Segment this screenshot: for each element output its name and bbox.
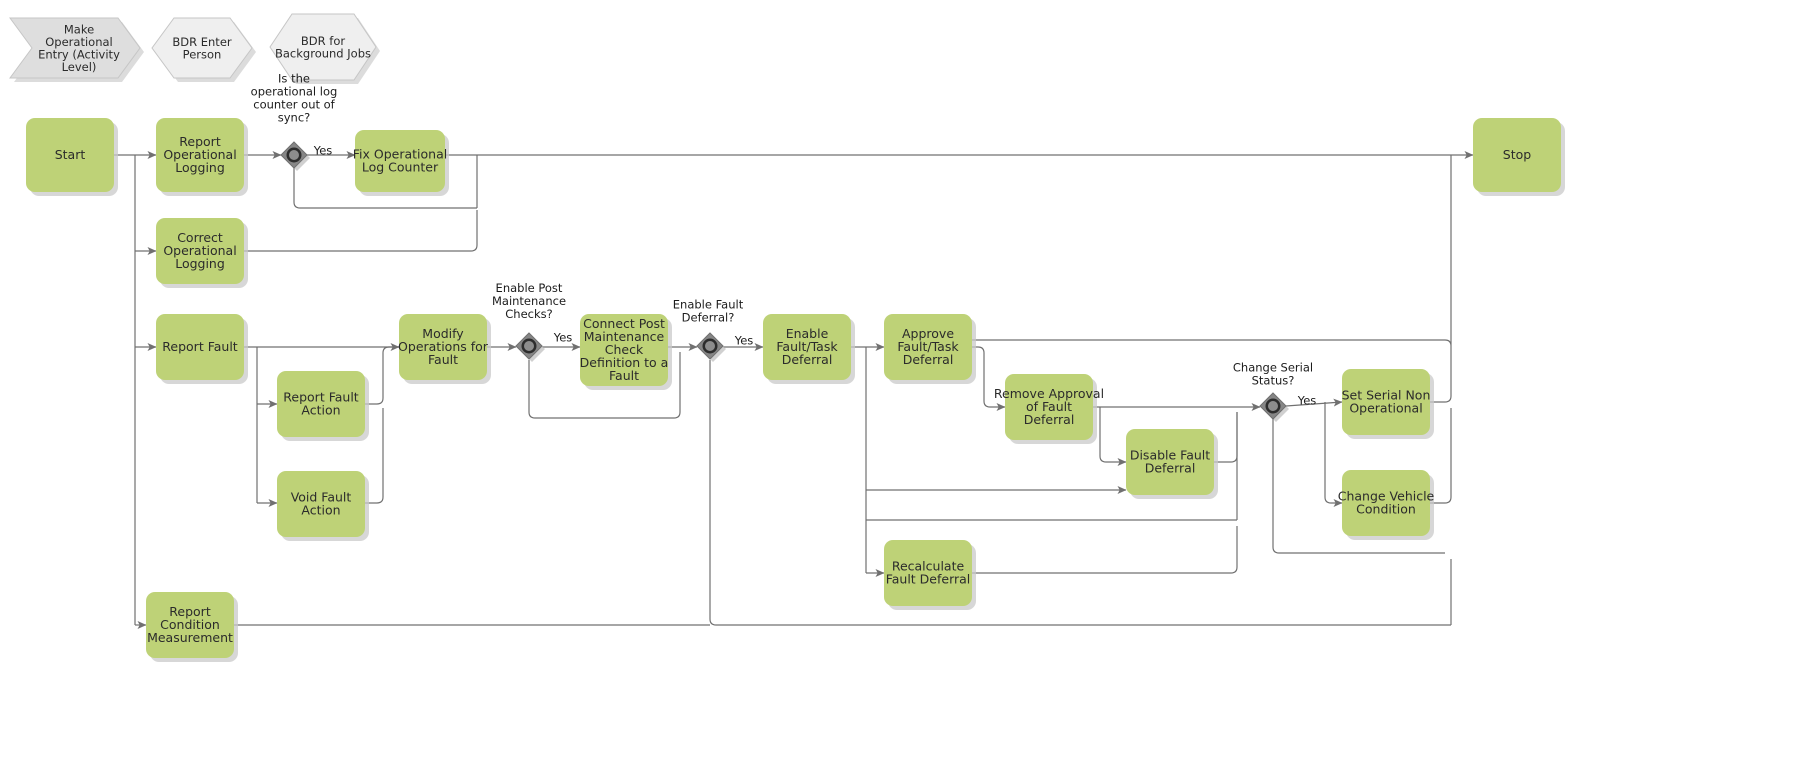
lane-shapes: Make Operational Entry (Activity Level)BDR … <box>9 13 380 84</box>
task-fix-operational-log-counter[interactable]: Fix Operational Log Counter <box>353 130 449 196</box>
gateway-gw-log-counter-out-of-sync-ring-inner <box>289 150 299 160</box>
task-correct-operational-logging-body <box>156 218 244 284</box>
gateway-gw-change-serial-status[interactable] <box>1259 392 1289 422</box>
task-report-fault[interactable]: Report Fault <box>156 314 248 384</box>
gateway-gw-enable-fault-deferral[interactable] <box>696 332 726 362</box>
task-remove-approval-of-fault-deferral-body <box>1005 374 1093 440</box>
task-modify-operations-for-fault[interactable]: Modify Operations for Fault <box>398 314 491 384</box>
task-connect-post-maintenance-check-definition-to-a-fault-body <box>580 314 668 386</box>
task-disable-fault-deferral[interactable]: Disable Fault Deferral <box>1126 429 1218 499</box>
flow-approve-to-top-right <box>972 155 1452 347</box>
task-enable-fault-task-deferral-body <box>763 314 851 380</box>
lane-bdr-background-jobs[interactable]: BDR for Background Jobs <box>269 13 380 84</box>
gateway-label-gwlbl-3: Enable Fault Deferral? <box>673 297 744 324</box>
task-report-fault-action[interactable]: Report Fault Action <box>277 371 369 441</box>
task-void-fault-action-body <box>277 471 365 537</box>
task-approve-fault-task-deferral-body <box>884 314 972 380</box>
lane-bdr-enter-person[interactable]: BDR Enter Person <box>151 17 256 82</box>
task-start[interactable]: Start <box>26 118 118 196</box>
flow-gateway4-to-change-vehicle-condition <box>1324 402 1343 507</box>
task-enable-fault-task-deferral[interactable]: Enable Fault/Task Deferral <box>763 314 855 384</box>
gateway-label-gwlbl-2: Enable Post Maintenance Checks? <box>492 281 566 321</box>
flow-recalculate-to-bus <box>972 526 1238 574</box>
task-report-condition-measurement-body <box>146 592 234 658</box>
gateway-gw-enable-post-maintenance-checks[interactable] <box>515 332 545 362</box>
task-change-vehicle-condition[interactable]: Change Vehicle Condition <box>1338 470 1435 540</box>
task-stop[interactable]: Stop <box>1473 118 1565 196</box>
gateway-gw-enable-post-maintenance-checks-ring-inner <box>524 341 534 351</box>
task-report-fault-action-body <box>277 371 365 437</box>
gateway-gw-change-serial-status-ring-inner <box>1268 401 1278 411</box>
task-report-operational-logging[interactable]: Report Operational Logging <box>156 118 248 196</box>
flow-approve-to-remove-approval <box>972 346 1006 411</box>
task-set-serial-non-operational[interactable]: Set Serial Non Operational <box>1342 369 1434 439</box>
task-stop-body <box>1473 118 1561 192</box>
task-modify-operations-for-fault-body <box>399 314 487 380</box>
task-recalculate-fault-deferral[interactable]: Recalculate Fault Deferral <box>884 540 976 610</box>
task-fix-operational-log-counter-body <box>355 130 445 192</box>
task-set-serial-non-operational-body <box>1342 369 1430 435</box>
gateway-label-gwlbl-4: Change Serial Status? <box>1233 360 1313 387</box>
gateway-gw-log-counter-out-of-sync[interactable] <box>280 141 310 171</box>
edge-label-yes-2: Yes <box>553 331 573 345</box>
task-correct-operational-logging[interactable]: Correct Operational Logging <box>156 218 248 288</box>
task-report-fault-body <box>156 314 244 380</box>
task-void-fault-action[interactable]: Void Fault Action <box>277 471 369 541</box>
lane-bdr-background-jobs-shape <box>269 13 377 81</box>
diagram-canvas: Make Operational Entry (Activity Level) BDR … <box>0 0 1810 770</box>
task-connect-post-maintenance-check-definition-to-a-fault[interactable]: Connect Post Maintenance Check Definition t… <box>580 314 672 390</box>
flow-correct-operational-logging-join <box>244 210 478 252</box>
lane-make-operational-entry[interactable]: Make Operational Entry (Activity Level) <box>9 17 144 82</box>
flow-gateway-yes-to-set-serial-non-operational <box>1285 398 1343 407</box>
flow-remove-approval-to-disable-fault-deferral <box>1099 407 1127 466</box>
process-flow-svg: Make Operational Entry (Activity Level)BDR … <box>9 13 1565 662</box>
gateway-gw-enable-fault-deferral-ring-inner <box>705 341 715 351</box>
task-change-vehicle-condition-body <box>1342 470 1430 536</box>
task-recalculate-fault-deferral-body <box>884 540 972 606</box>
edge-label-yes-3: Yes <box>734 334 754 348</box>
flow-report-fault-action-rejoin <box>365 346 399 405</box>
task-start-body <box>26 118 114 192</box>
task-report-operational-logging-body <box>156 118 244 192</box>
task-approve-fault-task-deferral[interactable]: Approve Fault/Task Deferral <box>884 314 976 384</box>
lane-bdr-enter-person-shape <box>151 17 253 79</box>
task-report-condition-measurement[interactable]: Report Condition Measurement <box>146 592 238 662</box>
task-disable-fault-deferral-body <box>1126 429 1214 495</box>
task-remove-approval-of-fault-deferral[interactable]: Remove Approval of Fault Deferral <box>994 374 1104 444</box>
lane-make-operational-entry-shape <box>9 17 141 79</box>
